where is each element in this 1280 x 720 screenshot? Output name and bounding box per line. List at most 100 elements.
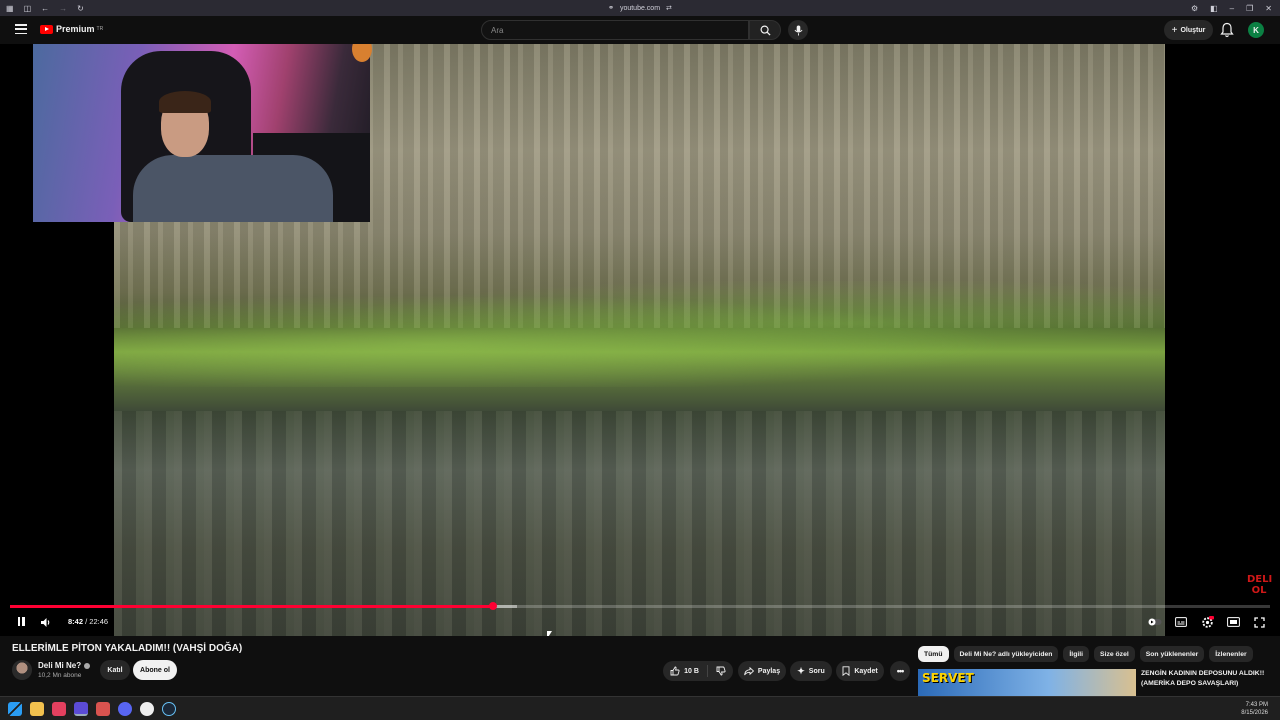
back-icon[interactable]: ←	[41, 4, 49, 13]
chip-related[interactable]: İlgili	[1063, 646, 1090, 662]
volume-icon	[41, 617, 50, 627]
forward-icon[interactable]: →	[59, 4, 67, 13]
address-text: youtube.com	[619, 4, 661, 12]
logo-country: TR	[96, 26, 104, 32]
video-scene-reflection	[114, 411, 1165, 636]
create-label: Oluştur	[1180, 26, 1206, 34]
clock-time: 7:43 PM	[1245, 702, 1268, 708]
verified-badge-icon	[84, 662, 91, 669]
more-actions-button[interactable]: •••	[890, 661, 910, 681]
extensions-icon[interactable]: ⚙	[1191, 4, 1198, 13]
settings-gear-icon	[1201, 615, 1214, 628]
youtube-premium-logo[interactable]: Premium TR	[40, 24, 103, 34]
subtitles-button[interactable]	[1174, 615, 1188, 629]
taskbar-clock[interactable]: 7:43 PM 8/15/2026	[1241, 701, 1268, 717]
recommendation-chips: Tümü Deli Mi Ne? adlı yükleyiciden İlgil…	[918, 646, 1253, 662]
voice-search-button[interactable]	[788, 20, 808, 40]
progress-bar[interactable]	[10, 602, 1270, 610]
account-avatar[interactable]: K	[1248, 22, 1264, 38]
share-button[interactable]: Paylaş	[738, 661, 786, 681]
sidebar-icon[interactable]: ◫	[24, 4, 32, 13]
windows-taskbar: 7:43 PM 8/15/2026	[0, 696, 1280, 720]
video-title: ELLERİMLE PİTON YAKALADIM!! (VAHŞİ DOĞA)	[12, 643, 243, 654]
theater-mode-icon	[1226, 617, 1240, 627]
search-icon	[760, 25, 771, 36]
microphone-icon	[794, 25, 802, 35]
time-display: 8:42 / 22:46	[68, 617, 108, 626]
hamburger-menu-icon[interactable]	[15, 24, 27, 34]
ask-label: Soru	[808, 667, 825, 675]
search-input[interactable]: Ara	[481, 20, 749, 40]
ask-button[interactable]: ✦ Soru	[790, 661, 832, 681]
chip-for-you[interactable]: Size özel	[1094, 646, 1135, 662]
split-view-icon[interactable]: ◧	[1210, 4, 1218, 13]
bookmark-icon	[842, 666, 850, 676]
calendar-app-icon[interactable]	[96, 702, 110, 716]
globe-app-icon[interactable]	[140, 702, 154, 716]
autoplay-toggle[interactable]	[1148, 615, 1162, 629]
search-button[interactable]	[749, 20, 781, 40]
fullscreen-button[interactable]	[1252, 615, 1266, 629]
subscribe-button[interactable]: Abone ol	[133, 660, 177, 680]
browser-app-icon[interactable]	[74, 702, 88, 716]
restore-icon[interactable]: ❐	[1246, 4, 1253, 13]
like-dislike-group: 10 B	[663, 661, 733, 681]
thumbs-down-icon	[716, 666, 726, 676]
dislike-button[interactable]	[712, 666, 726, 676]
chip-recently-uploaded[interactable]: Son yüklenenler	[1139, 646, 1205, 662]
window-controls: ⚙ ◧ – ❐ ✕	[1191, 4, 1272, 13]
channel-name: Deli Mi Ne?	[38, 661, 82, 670]
player-right-controls	[1148, 615, 1266, 629]
current-time: 8:42	[68, 617, 84, 626]
save-button[interactable]: Kaydet	[836, 661, 884, 681]
logo-text: Premium	[56, 24, 95, 34]
browser-toolbar: ▦ ◫ ← → ↻ ⚭ youtube.com ⇄ ⚙ ◧ – ❐ ✕	[0, 0, 1280, 16]
channel-watermark[interactable]: DELI OL	[1247, 574, 1272, 596]
settings-button[interactable]	[1200, 615, 1214, 629]
thumbs-up-icon	[670, 666, 680, 676]
create-button[interactable]: + Oluştur	[1164, 20, 1213, 40]
sparkle-icon: ✦	[797, 665, 805, 676]
reload-icon[interactable]: ↻	[77, 4, 84, 13]
like-button[interactable]: 10 B	[670, 665, 708, 677]
minimize-icon[interactable]: –	[1230, 4, 1234, 13]
video-info-section: ELLERİMLE PİTON YAKALADIM!! (VAHŞİ DOĞA)…	[0, 636, 1280, 696]
channel-name-link[interactable]: Deli Mi Ne?	[38, 661, 91, 670]
recommended-video-title[interactable]: ZENGİN KADININ DEPOSUNU ALDIK!! (AMERİKA…	[1141, 669, 1271, 689]
facecam-streamer	[133, 91, 333, 222]
chip-watched[interactable]: İzlenenler	[1209, 646, 1253, 662]
plus-icon: +	[1171, 24, 1178, 36]
discord-icon[interactable]	[118, 702, 132, 716]
steam-icon[interactable]	[162, 702, 176, 716]
theater-mode-button[interactable]	[1226, 615, 1240, 629]
subscribe-label: Abone ol	[140, 666, 170, 674]
close-icon[interactable]: ✕	[1265, 4, 1272, 13]
progress-scrubber-handle[interactable]	[488, 602, 497, 610]
pause-button[interactable]	[15, 615, 27, 629]
youtube-play-icon	[40, 24, 53, 34]
recommended-video-thumbnail[interactable]: SERVET	[918, 669, 1136, 696]
pause-icon	[17, 613, 26, 631]
chip-from-uploader[interactable]: Deli Mi Ne? adlı yükleyiciden	[953, 646, 1059, 662]
chip-all[interactable]: Tümü	[918, 646, 949, 662]
more-horizontal-icon: •••	[896, 666, 905, 676]
subtitles-icon	[1175, 617, 1187, 627]
channel-avatar[interactable]	[12, 660, 32, 680]
share-arrow-icon	[744, 666, 754, 675]
volume-button[interactable]	[39, 615, 53, 629]
music-app-icon[interactable]	[52, 702, 66, 716]
address-bar[interactable]: ⚭ youtube.com ⇄	[580, 4, 700, 13]
video-player[interactable]: DELI OL 8:42 / 22:46	[0, 44, 1280, 636]
fullscreen-icon	[1253, 616, 1265, 628]
join-label: Katıl	[107, 666, 123, 674]
link-icon: ⚭	[608, 5, 614, 12]
notifications-bell-icon[interactable]	[1220, 22, 1234, 38]
windows-start-icon[interactable]	[8, 702, 22, 716]
join-button[interactable]: Katıl	[100, 660, 130, 680]
tune-icon[interactable]: ⇄	[666, 4, 672, 12]
workspaces-icon[interactable]: ▦	[6, 4, 14, 13]
taskbar-icons	[8, 702, 176, 716]
video-scene-lily-pads	[114, 280, 1165, 388]
progress-played	[10, 605, 493, 608]
file-explorer-icon[interactable]	[30, 702, 44, 716]
